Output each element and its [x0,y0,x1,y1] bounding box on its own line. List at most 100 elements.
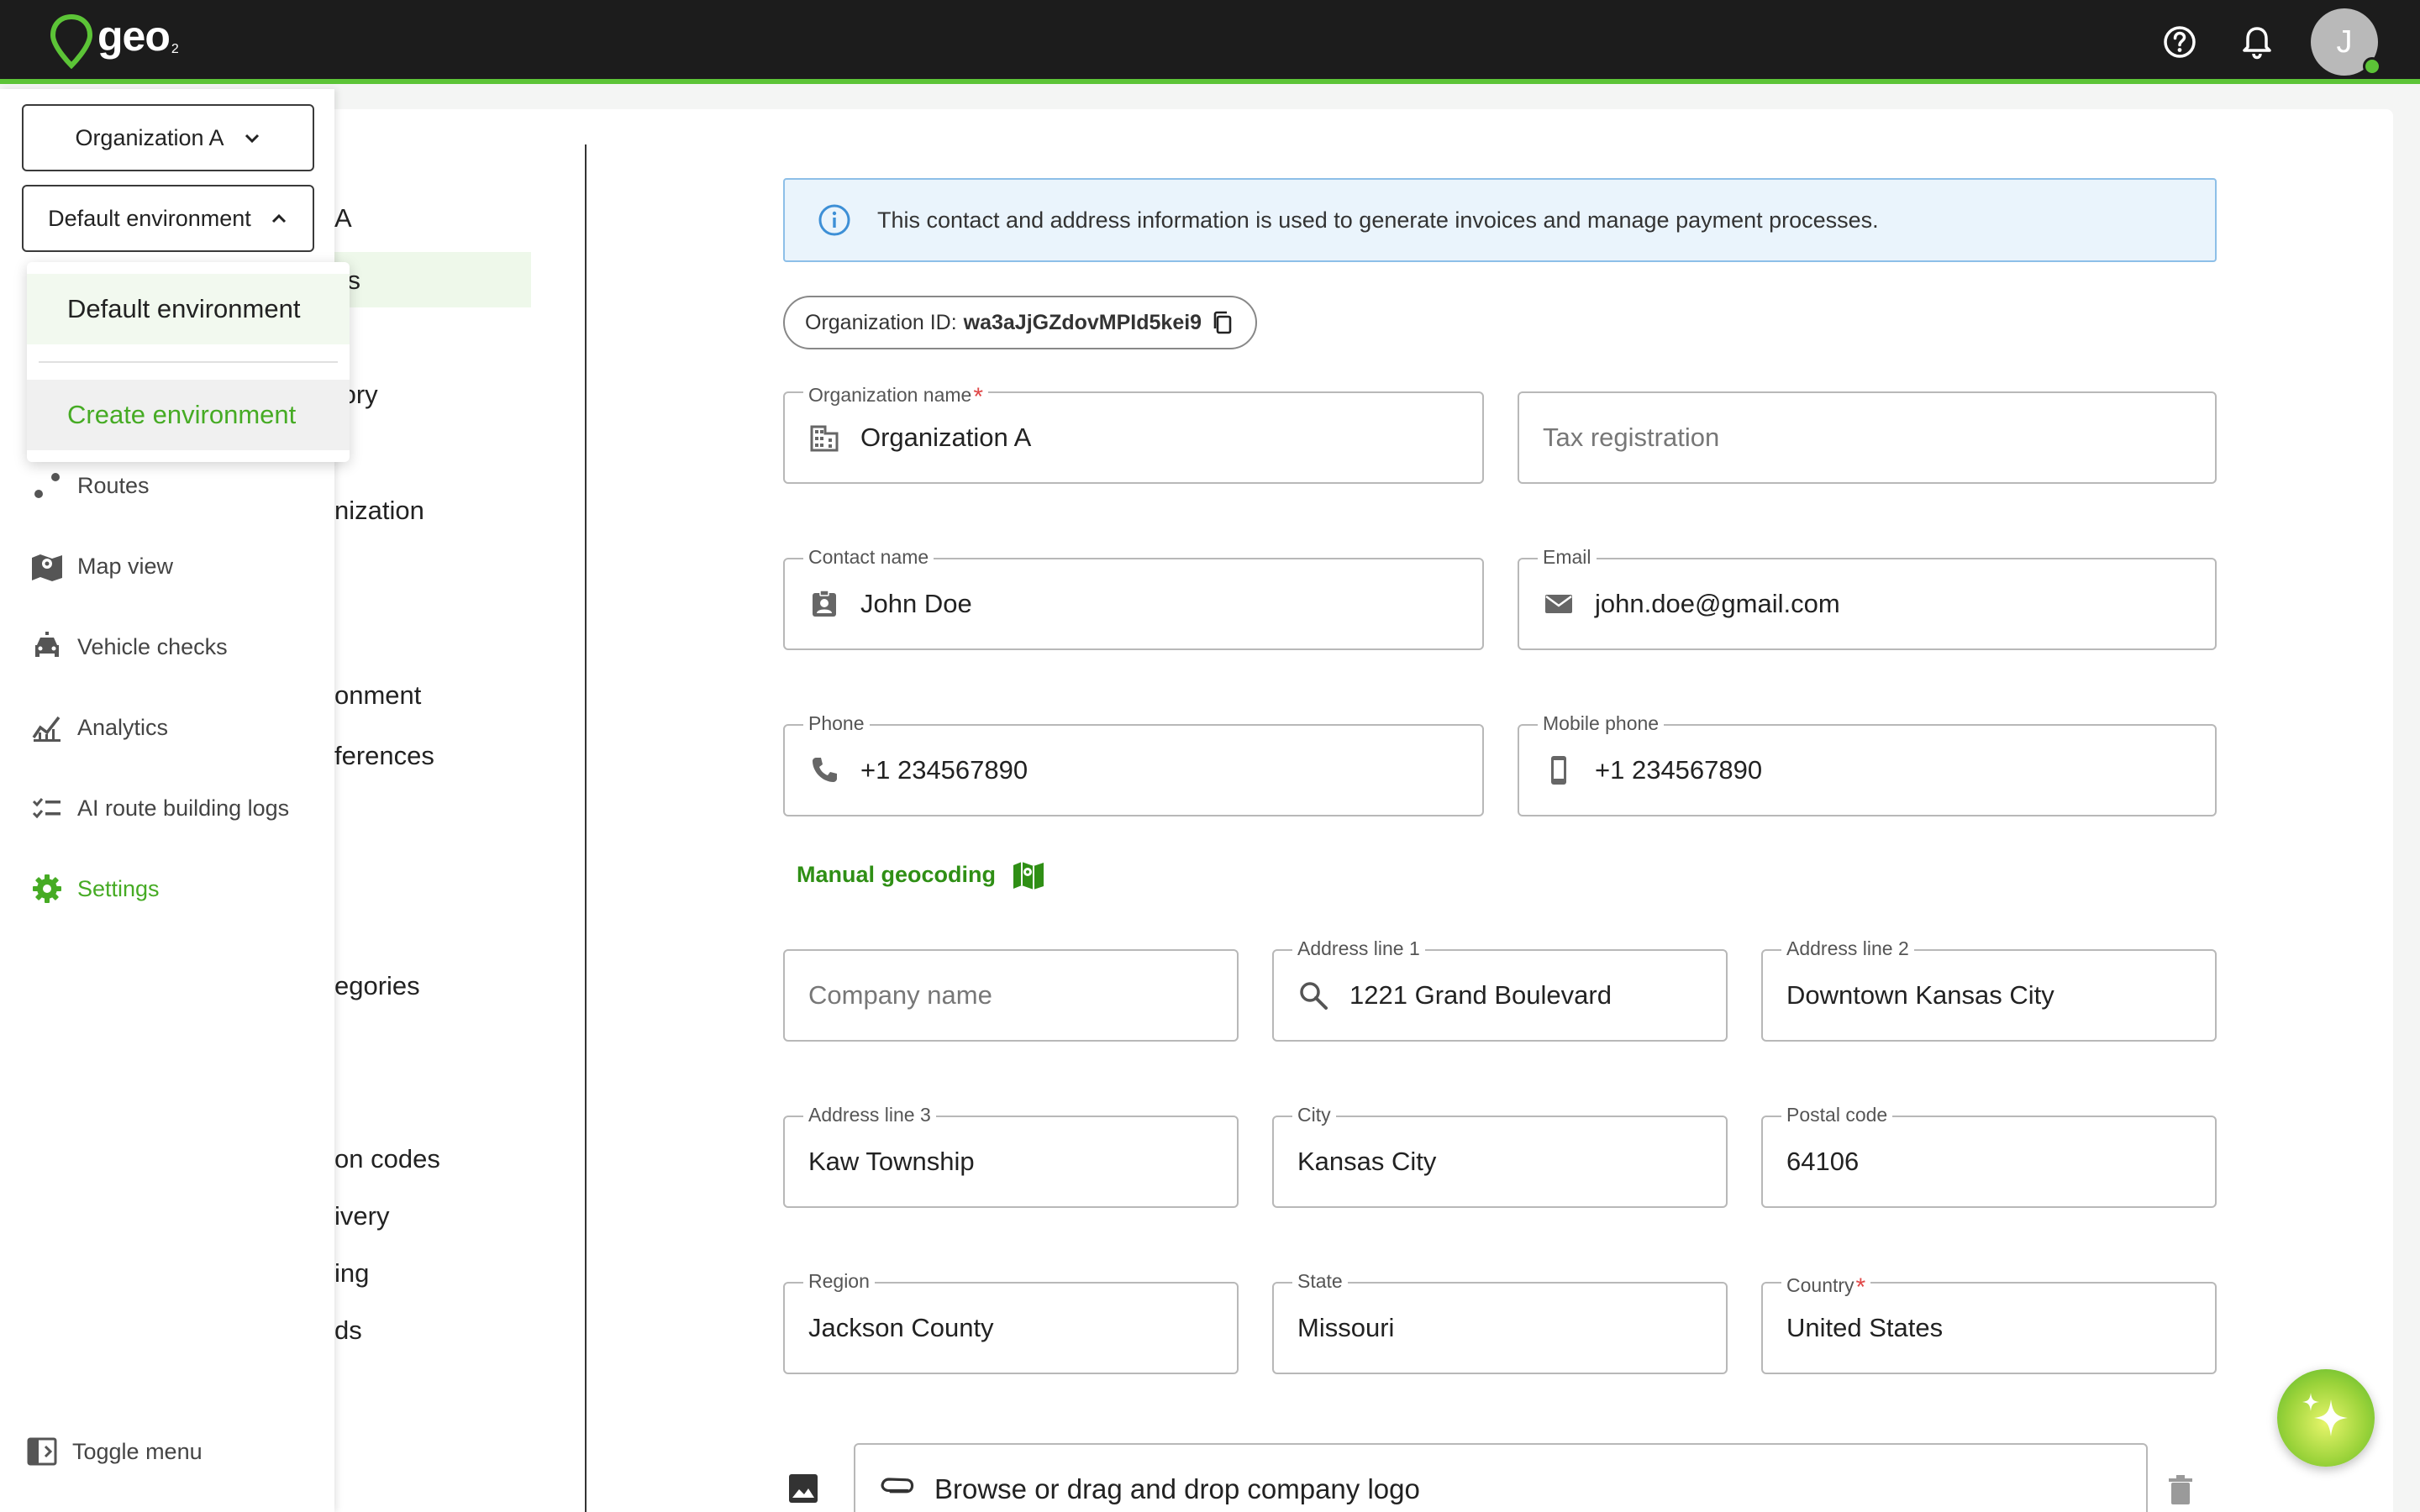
online-status-dot [2363,57,2381,76]
sidebar-item-label: Vehicle checks [77,633,228,659]
analytics-icon [32,716,60,742]
toggle-sidebar-icon [27,1437,57,1466]
settings-nav-divider [585,144,587,1512]
postal-code-field[interactable]: Postal code 64106 [1761,1104,2217,1208]
required-asterisk: * [1855,1273,1866,1301]
phone-field[interactable]: Phone +1 234567890 [783,712,1484,816]
postal-code-label: Postal code [1781,1104,1893,1126]
sidebar-item-vehicle-checks[interactable]: Vehicle checks [30,622,228,672]
sidebar-item-label: AI route building logs [77,795,290,821]
tax-registration-field[interactable]: Tax registration [1518,391,2217,484]
logo-subscript: 2 [171,42,179,56]
email-field[interactable]: Email john.doe@gmail.com [1518,546,2217,650]
map-pin-icon [1013,862,1044,890]
logo-upload-label: Browse or drag and drop company logo [934,1473,1420,1504]
sidebar-item-settings[interactable]: Settings [30,864,160,914]
address-line-3-value: Kaw Township [808,1147,975,1176]
sidebar-item-map-view[interactable]: Map view [30,541,173,591]
sidebar-item-label: Settings [77,875,160,901]
settings-nav-item[interactable]: ing [334,1258,369,1289]
city-value: Kansas City [1297,1147,1437,1176]
settings-nav-item[interactable]: ferences [334,741,434,771]
address-line-3-label: Address line 3 [803,1104,936,1126]
city-field[interactable]: City Kansas City [1272,1104,1728,1208]
app-logo[interactable]: geo 2 [49,13,179,69]
settings-nav-item[interactable]: onment [334,680,421,711]
mobile-phone-label: Mobile phone [1538,712,1665,735]
paperclip-icon [881,1478,914,1494]
settings-nav-item[interactable]: on codes [334,1144,440,1174]
help-icon[interactable] [2161,24,2198,60]
environment-selector[interactable]: Default environment [22,185,314,252]
organization-selector-label: Organization A [75,124,224,150]
map-icon [32,554,62,581]
address-line-1-label: Address line 1 [1292,937,1425,960]
contact-name-label: Contact name [803,546,934,569]
address-line-3-field[interactable]: Address line 3 Kaw Township [783,1104,1239,1208]
create-environment-button[interactable]: Create environment [27,380,350,450]
organization-id-chip: Organization ID: wa3aJjGZdovMPId5kei9 [783,296,1257,349]
sidebar-item-label: Analytics [77,714,169,740]
settings-nav-item[interactable]: egories [334,971,420,1001]
address-line-1-field[interactable]: Address line 1 1221 Grand Boulevard [1272,937,1728,1042]
chevron-up-icon [271,213,286,223]
state-field[interactable]: State Missouri [1272,1270,1728,1374]
bell-icon[interactable] [2238,24,2275,60]
country-label: Country [1786,1274,1854,1296]
region-value: Jackson County [808,1313,994,1342]
mobile-phone-value: +1 234567890 [1595,755,1763,785]
gear-icon [33,874,61,903]
email-label: Email [1538,546,1597,569]
chevron-down-icon [245,134,259,144]
toggle-menu-label: Toggle menu [72,1438,203,1464]
address-line-2-field[interactable]: Address line 2 Downtown Kansas City [1761,937,2217,1042]
settings-nav-item[interactable]: nization [334,496,424,526]
environment-dropdown-menu: Default environment Create environment [27,262,350,462]
sidebar-item-label: Map view [77,553,174,579]
mobile-phone-field[interactable]: Mobile phone +1 234567890 [1518,712,2217,816]
sidebar-item-routes[interactable]: Routes [30,460,150,511]
toggle-menu-button[interactable]: Toggle menu [25,1426,203,1477]
address-line-2-value: Downtown Kansas City [1786,980,2054,1010]
sidebar-item-ai-route-logs[interactable]: AI route building logs [30,783,289,833]
contact-name-field[interactable]: Contact name John Doe [783,546,1484,650]
state-label: State [1292,1270,1348,1293]
organization-name-label: Organization name [808,384,972,406]
tax-registration-placeholder: Tax registration [1543,423,1720,452]
country-value: United States [1786,1313,1944,1342]
country-field[interactable]: Country* United States [1761,1270,2217,1374]
region-label: Region [803,1270,875,1293]
logo-upload-dropzone[interactable]: Browse or drag and drop company logo [854,1443,2148,1512]
sparkle-icon [2302,1393,2348,1436]
organization-id-value: wa3aJjGZdovMPId5kei9 [963,310,1202,334]
logo-text: geo [97,13,171,60]
envelope-icon [1545,595,1572,613]
environment-option-default[interactable]: Default environment [27,274,350,344]
settings-nav-item[interactable]: ivery [334,1201,389,1231]
company-name-placeholder: Company name [808,980,992,1010]
sidebar-item-analytics[interactable]: Analytics [30,702,168,753]
ai-assistant-button[interactable] [2277,1369,2375,1467]
copy-icon[interactable] [1210,310,1235,335]
vehicle-icon [35,632,59,657]
location-pin-icon [50,13,93,69]
info-banner: This contact and address information is … [783,178,2217,262]
sidebar-item-label: Routes [77,472,150,498]
phone-label: Phone [803,712,870,735]
top-bar: geo 2 J [0,0,2420,84]
settings-nav-item[interactable]: A [334,203,352,234]
organization-id-label: Organization ID: [805,310,957,334]
manual-geocoding-button[interactable]: Manual geocoding [797,857,1046,892]
trash-icon[interactable] [2165,1473,2196,1507]
region-field[interactable]: Region Jackson County [783,1270,1239,1374]
organization-name-field[interactable]: Organization name* Organization A [783,380,1484,484]
organization-selector[interactable]: Organization A [22,104,314,171]
settings-nav-active-highlight [333,252,531,307]
required-asterisk: * [973,383,984,411]
dropdown-divider [39,361,338,363]
email-value: john.doe@gmail.com [1595,589,1840,618]
settings-nav-item[interactable]: ds [334,1315,362,1346]
company-name-field[interactable]: Company name [783,949,1239,1042]
city-label: City [1292,1104,1336,1126]
info-icon [818,204,850,236]
